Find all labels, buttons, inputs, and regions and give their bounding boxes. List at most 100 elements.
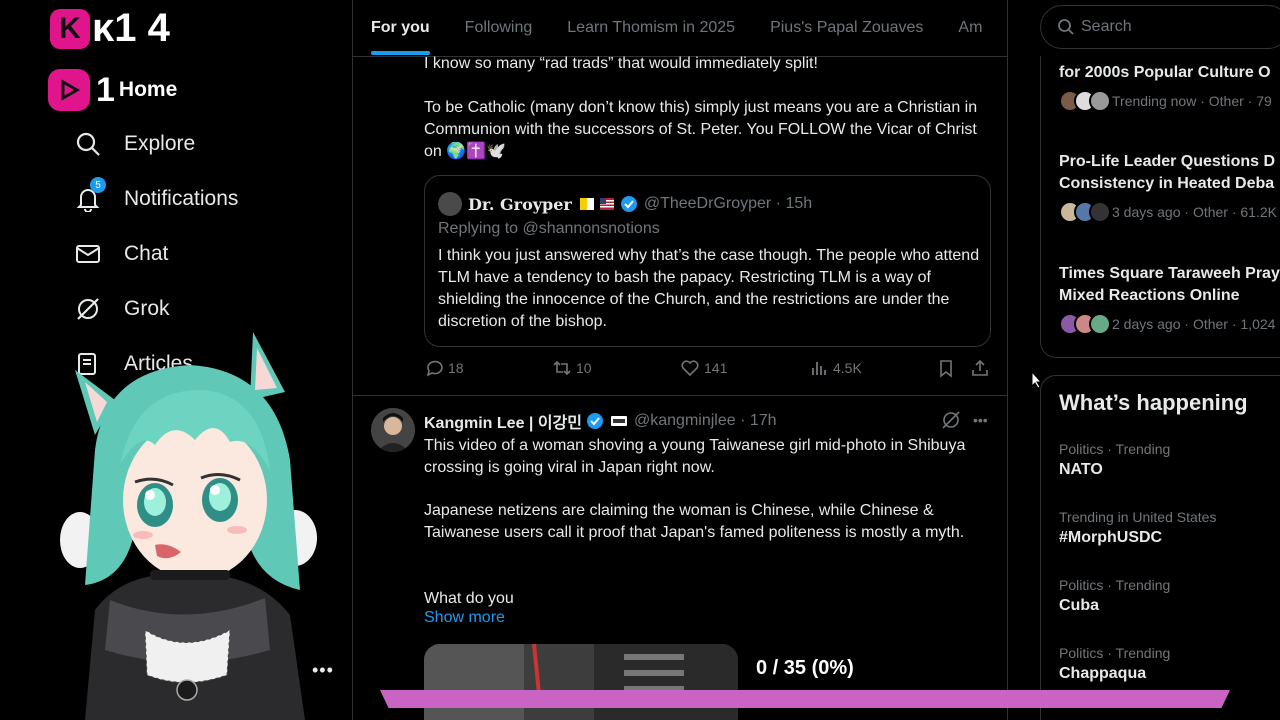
- tab-following[interactable]: Following: [465, 0, 533, 56]
- trend-item[interactable]: Politics · Trending NATO: [1059, 441, 1170, 479]
- post-timestamp[interactable]: 17h: [750, 412, 777, 430]
- brand-badge: K: [50, 8, 90, 49]
- post-divider: [353, 395, 1007, 396]
- post-video[interactable]: [424, 644, 738, 720]
- views-button[interactable]: 4.5K: [809, 358, 862, 378]
- trend-topic: #MorphUSDC: [1059, 529, 1163, 546]
- avatar[interactable]: [438, 192, 462, 216]
- news-meta: 3 days ago · Other · 61.2K: [1059, 201, 1277, 223]
- bookmark-icon: [940, 360, 952, 378]
- news-meta-text: Trending now · Other · 79: [1112, 93, 1272, 109]
- reply-button[interactable]: 18: [424, 358, 464, 378]
- quote-header: Dr. Groyper @TheeDrGroyper · 15h: [438, 192, 812, 216]
- repost-icon: [553, 360, 571, 376]
- more-options-icon[interactable]: •••: [973, 412, 988, 428]
- vtuber-avatar: [60, 332, 317, 720]
- post-header-actions: •••: [941, 410, 988, 430]
- repost-count: 10: [576, 360, 592, 376]
- news-meta: 2 days ago · Other · 1,024: [1059, 313, 1280, 335]
- trend-context: Politics · Trending: [1059, 645, 1171, 661]
- tab-papal-zouaves[interactable]: Pius's Papal Zouaves: [770, 0, 923, 56]
- emoji-tail: 🌍✝️🕊️: [446, 143, 507, 160]
- share-icon: [972, 359, 988, 376]
- news-item[interactable]: Pro-Life Leader Questions D Consistency …: [1059, 151, 1277, 223]
- trend-context: Trending in United States: [1059, 509, 1217, 525]
- author-handle[interactable]: @kangminjlee: [634, 412, 736, 430]
- trend-item[interactable]: Trending in United States #MorphUSDC: [1059, 509, 1216, 547]
- trend-topic: Cuba: [1059, 597, 1099, 614]
- play-icon: [48, 69, 90, 111]
- show-more-link[interactable]: Show more: [424, 609, 505, 627]
- quote-body: I think you just answered why that’s the…: [438, 247, 980, 330]
- grok-icon: [72, 293, 104, 325]
- separator-dot: ·: [735, 412, 750, 429]
- envelope-icon: [72, 238, 104, 270]
- search-icon: [1058, 19, 1074, 35]
- progress-counter: 0 / 35 (0%): [756, 657, 854, 679]
- sidebar-item-chat[interactable]: Chat: [72, 234, 168, 274]
- news-meta-text: 3 days ago · Other · 61.2K: [1112, 204, 1277, 220]
- search-icon: [72, 128, 104, 160]
- post-actions: 18 10 141 4.5K: [424, 358, 994, 382]
- vatican-flag-icon: [579, 198, 594, 210]
- search-box[interactable]: Search: [1040, 5, 1280, 49]
- verified-badge-icon: [620, 196, 637, 212]
- share-button[interactable]: [970, 358, 994, 378]
- post-text-paragraph: This video of a woman shoving a young Ta…: [424, 437, 966, 476]
- reply-icon: [426, 360, 443, 377]
- sidebar-item-label: Home: [118, 78, 178, 101]
- sidebar-item-home[interactable]: 1 Home: [48, 68, 177, 112]
- post-text-line: I know so many “rad trads” that would im…: [424, 55, 818, 72]
- bell-icon: 5: [72, 177, 106, 215]
- news-meta-text: 2 days ago · Other · 1,024: [1112, 316, 1276, 332]
- search-input[interactable]: Search: [1081, 18, 1132, 36]
- trend-item[interactable]: Politics · Trending Chappaqua: [1059, 645, 1170, 683]
- post-text-paragraph: What do you: [424, 590, 514, 607]
- brand-logo[interactable]: K κ1 4: [50, 6, 170, 51]
- verified-badge-icon: [587, 413, 603, 429]
- repost-button[interactable]: 10: [552, 358, 592, 378]
- sidebar-item-grok[interactable]: Grok: [72, 289, 170, 329]
- news-item[interactable]: for 2000s Popular Culture O Trending now…: [1059, 62, 1272, 112]
- avatar[interactable]: [371, 408, 415, 452]
- tab-learn-thomism[interactable]: Learn Thomism in 2025: [567, 0, 735, 56]
- trend-item[interactable]: Politics · Trending Cuba: [1059, 577, 1170, 615]
- tab-truncated[interactable]: Am: [958, 0, 982, 56]
- trend-context: Politics · Trending: [1059, 441, 1171, 457]
- reply-count: 18: [448, 360, 464, 376]
- sidebar-item-label: Explore: [124, 132, 196, 155]
- quote-handle[interactable]: @TheeDrGroyper: [644, 195, 771, 213]
- quote-timestamp[interactable]: 15h: [785, 195, 812, 213]
- tab-for-you[interactable]: For you: [371, 0, 430, 56]
- sidebar-item-explore[interactable]: Explore: [72, 124, 195, 164]
- quoted-post[interactable]: Dr. Groyper @TheeDrGroyper · 15h Replyin…: [424, 175, 991, 347]
- sidebar-item-label: Chat: [124, 242, 169, 265]
- news-card: for 2000s Popular Culture O Trending now…: [1040, 56, 1280, 358]
- news-title: Pro-Life Leader Questions D: [1059, 153, 1276, 170]
- like-count: 141: [704, 360, 728, 376]
- like-button[interactable]: 141: [680, 358, 727, 378]
- sidebar-item-label: Grok: [124, 297, 170, 320]
- affiliate-badge-icon: [611, 416, 627, 426]
- news-title: for 2000s Popular Culture O: [1059, 64, 1271, 81]
- trend-topic: Chappaqua: [1059, 665, 1147, 682]
- news-meta: Trending now · Other · 79: [1059, 90, 1272, 112]
- home-counter: 1: [96, 70, 115, 109]
- section-heading: What’s happening: [1059, 390, 1248, 415]
- sidebar-item-notifications[interactable]: 5 Notifications: [72, 177, 238, 219]
- grok-icon[interactable]: [941, 410, 961, 430]
- news-item[interactable]: Times Square Taraweeh Pray Mixed Reactio…: [1059, 263, 1280, 335]
- post-text-paragraph: To be Catholic (many don’t know this) si…: [424, 97, 994, 163]
- post-header: Kangmin Lee | 이강민 @kangminjlee · 17h: [424, 409, 777, 433]
- timeline: For you Following Learn Thomism in 2025 …: [352, 0, 1008, 720]
- author-name[interactable]: Kangmin Lee | 이강민: [424, 409, 582, 433]
- bookmark-button[interactable]: [936, 358, 960, 378]
- trend-topic: NATO: [1059, 461, 1103, 478]
- news-title-line2: Consistency in Heated Deba: [1059, 175, 1275, 192]
- replying-to: Replying to @shannonsnotions: [438, 220, 660, 237]
- view-count: 4.5K: [833, 360, 862, 376]
- quote-author-name[interactable]: Dr. Groyper: [468, 195, 572, 214]
- timeline-tabs: For you Following Learn Thomism in 2025 …: [353, 0, 1007, 57]
- trend-context: Politics · Trending: [1059, 577, 1171, 593]
- post-text: To be Catholic (many don’t know this) si…: [424, 99, 978, 160]
